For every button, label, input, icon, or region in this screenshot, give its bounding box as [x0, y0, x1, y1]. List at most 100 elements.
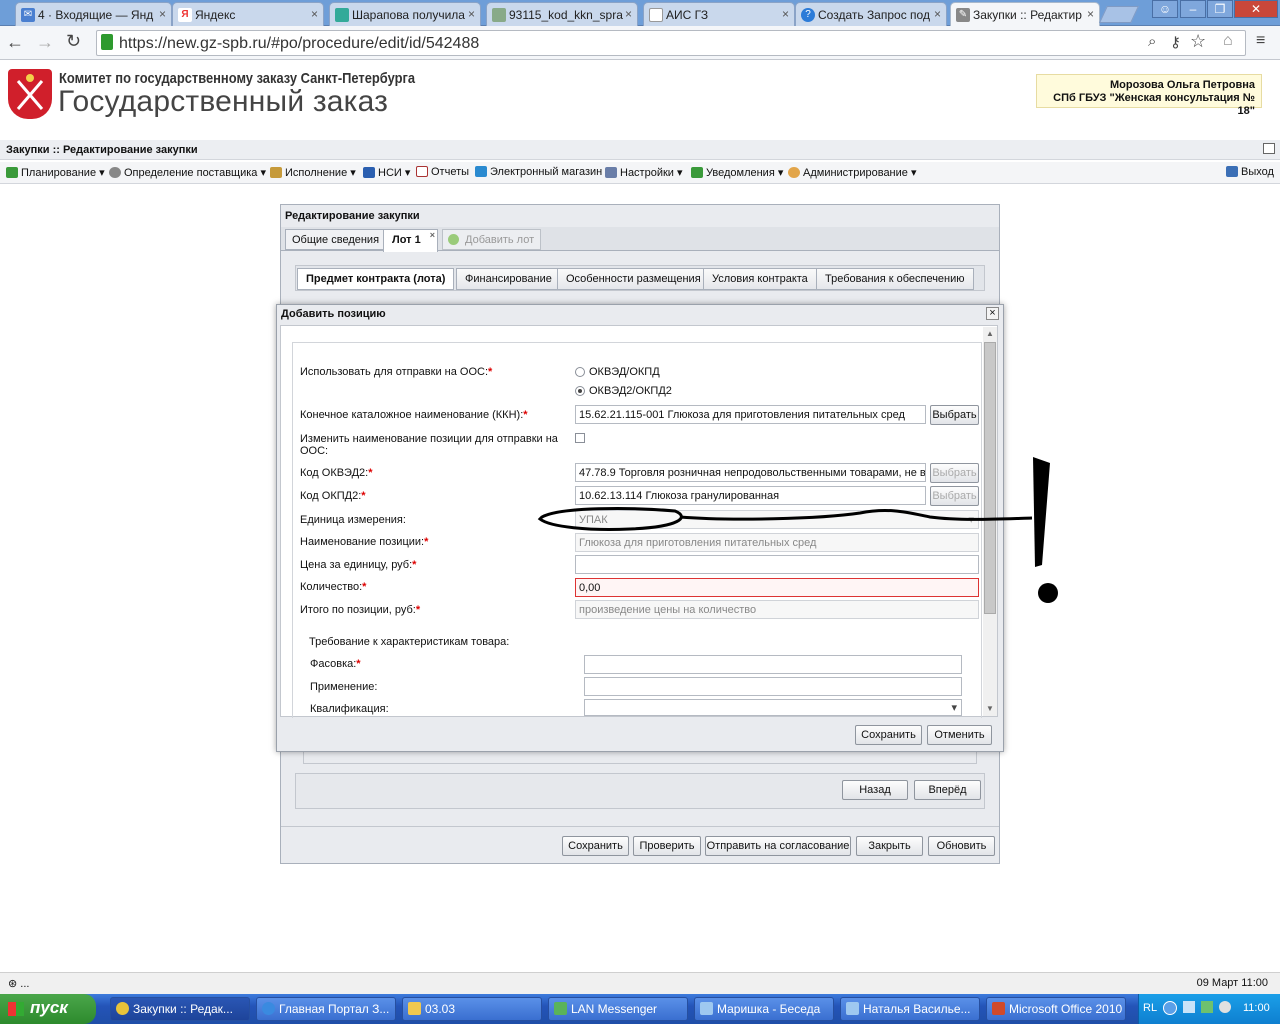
key-icon[interactable]: ⚷: [1170, 33, 1181, 51]
task-lan[interactable]: LAN Messenger: [548, 997, 688, 1021]
menu-execution[interactable]: Исполнение ▾: [270, 166, 356, 179]
close-icon[interactable]: ×: [159, 7, 166, 21]
person-icon: [788, 167, 800, 178]
ie-icon: [262, 1002, 275, 1015]
tab-lot-1[interactable]: Лот 1 ×: [383, 229, 438, 252]
task-ie[interactable]: Главная Портал З...: [256, 997, 396, 1021]
close-icon[interactable]: ×: [625, 7, 632, 21]
page-icon: [649, 8, 663, 22]
kkn-label: Конечное каталожное наименование (ККН):*: [300, 409, 528, 421]
news-icon: [335, 8, 349, 22]
browser-tab-request[interactable]: ? Создать Запрос под ×: [795, 2, 947, 26]
rename-checkbox[interactable]: [575, 433, 585, 443]
zoom-icon[interactable]: ⌕: [1148, 33, 1156, 50]
status-left: ⊛ ...: [8, 978, 30, 990]
language-indicator[interactable]: RL: [1143, 1002, 1157, 1014]
menu-icon[interactable]: ≡: [1256, 32, 1265, 50]
report-icon: [416, 166, 428, 177]
user-org: СПб ГБУЗ "Женская консультация № 18": [1053, 92, 1255, 117]
menu-reports[interactable]: Отчеты: [416, 166, 469, 178]
refresh-button[interactable]: Обновить: [928, 836, 995, 856]
check-button[interactable]: Проверить: [633, 836, 701, 856]
tab-general[interactable]: Общие сведения: [285, 229, 387, 250]
dialog-save-button[interactable]: Сохранить: [855, 725, 922, 745]
start-button[interactable]: пуск: [0, 994, 96, 1024]
star-icon[interactable]: ☆: [1190, 31, 1206, 52]
browser-tab-ais[interactable]: АИС ГЗ ×: [643, 2, 795, 26]
back-button[interactable]: Назад: [842, 780, 908, 800]
close-icon[interactable]: ×: [986, 307, 999, 320]
task-office[interactable]: Microsoft Office 2010: [986, 997, 1126, 1021]
menu-notifications[interactable]: Уведомления ▾: [691, 166, 783, 179]
save-button[interactable]: Сохранить: [562, 836, 629, 856]
subtab-placement[interactable]: Особенности размещения: [557, 268, 710, 290]
task-chrome[interactable]: Закупки :: Редак...: [110, 997, 250, 1021]
network-icon[interactable]: [1183, 1001, 1195, 1013]
yandex-icon: Я: [178, 8, 192, 22]
back-icon[interactable]: ←: [6, 32, 24, 53]
site-title: Государственный заказ: [58, 85, 389, 118]
close-icon[interactable]: ×: [430, 230, 435, 240]
task-chat-2[interactable]: Наталья Василье...: [840, 997, 980, 1021]
forward-icon[interactable]: →: [36, 32, 54, 53]
chevron-down-icon: ▾: [951, 702, 957, 714]
user-name: Морозова Ольга Петровна: [1109, 79, 1255, 91]
menu-planning[interactable]: Планирование ▾: [6, 166, 105, 179]
tray-app-icon[interactable]: [1201, 1001, 1213, 1013]
subtab-subject[interactable]: Предмет контракта (лота): [297, 268, 455, 290]
tray-arrow-icon[interactable]: [1163, 1001, 1177, 1015]
close-icon[interactable]: ×: [311, 7, 318, 21]
close-icon[interactable]: ×: [782, 7, 789, 21]
close-icon[interactable]: ×: [468, 7, 475, 21]
home-icon[interactable]: ⌂: [1223, 32, 1233, 50]
kkn-field[interactable]: 15.62.21.115-001 Глюкоза для приготовлен…: [575, 405, 926, 424]
close-icon[interactable]: ×: [1087, 7, 1094, 21]
task-folder[interactable]: 03.03: [402, 997, 542, 1021]
menu-admin[interactable]: Администрирование ▾: [788, 166, 916, 179]
subtab-contract-terms[interactable]: Условия контракта: [703, 268, 817, 290]
qualification-select[interactable]: ▾: [584, 699, 962, 716]
help-icon: ?: [801, 8, 815, 22]
menu-exit[interactable]: Выход: [1226, 166, 1274, 178]
status-date: 09 Март 11:00: [1196, 977, 1268, 989]
tab-add-lot[interactable]: Добавить лот: [442, 229, 542, 250]
radio-okved-okpd[interactable]: [575, 367, 585, 377]
scroll-up-icon[interactable]: ▲: [986, 329, 994, 338]
browser-tab-file[interactable]: 93115_kod_kkn_spra ×: [486, 2, 638, 26]
subtab-security[interactable]: Требования к обеспечению: [816, 268, 974, 290]
close-window-button[interactable]: ✕: [1234, 0, 1278, 18]
send-approval-button[interactable]: Отправить на согласование: [705, 836, 851, 856]
user-icon[interactable]: ☺: [1152, 0, 1178, 18]
kkn-select-button[interactable]: Выбрать: [930, 405, 979, 425]
use-field[interactable]: [584, 677, 962, 696]
panel-title: Редактирование закупки: [285, 210, 420, 222]
breadcrumb: Закупки :: Редактирование закупки: [0, 140, 1280, 160]
menu-settings[interactable]: Настройки ▾: [605, 166, 683, 179]
browser-tab-mail[interactable]: ✉ 4 · Входящие — Янд ×: [15, 2, 172, 26]
menu-supplier[interactable]: Определение поставщика ▾: [109, 166, 266, 179]
restore-button[interactable]: ❐: [1207, 0, 1233, 18]
divider: [281, 826, 999, 827]
tray-clock-icon[interactable]: [1219, 1001, 1231, 1013]
browser-tab-yandex[interactable]: Я Яндекс ×: [172, 2, 324, 26]
scroll-down-icon[interactable]: ▼: [986, 704, 994, 713]
menu-nsi[interactable]: НСИ ▾: [363, 166, 410, 179]
close-button[interactable]: Закрыть: [856, 836, 923, 856]
menu-eshop[interactable]: Электронный магазин: [475, 166, 602, 178]
reload-icon[interactable]: ↻: [66, 31, 81, 52]
forward-button[interactable]: Вперёд: [914, 780, 981, 800]
rename-label: Изменить наименование позиции для отправ…: [300, 433, 558, 445]
radio-okved2-okpd2[interactable]: [575, 386, 585, 396]
status-bar: ⊛ ... 09 Март 11:00: [0, 972, 1280, 994]
browser-tab-active[interactable]: ✎ Закупки :: Редактир ×: [950, 2, 1100, 26]
subtab-finance[interactable]: Финансирование: [456, 268, 561, 290]
pack-field[interactable]: [584, 655, 962, 674]
browser-tab-news[interactable]: Шарапова получила ×: [329, 2, 481, 26]
dialog-cancel-button[interactable]: Отменить: [927, 725, 992, 745]
minimize-button[interactable]: –: [1180, 0, 1206, 18]
close-icon[interactable]: ×: [934, 7, 941, 21]
task-chat-1[interactable]: Маришка - Беседа: [694, 997, 834, 1021]
address-bar[interactable]: https://new.gz-spb.ru/#po/procedure/edit…: [96, 30, 1246, 56]
radio-okved-okpd-label: ОКВЭД/ОКПД: [589, 366, 660, 378]
window-toggle-icon[interactable]: [1263, 143, 1275, 154]
